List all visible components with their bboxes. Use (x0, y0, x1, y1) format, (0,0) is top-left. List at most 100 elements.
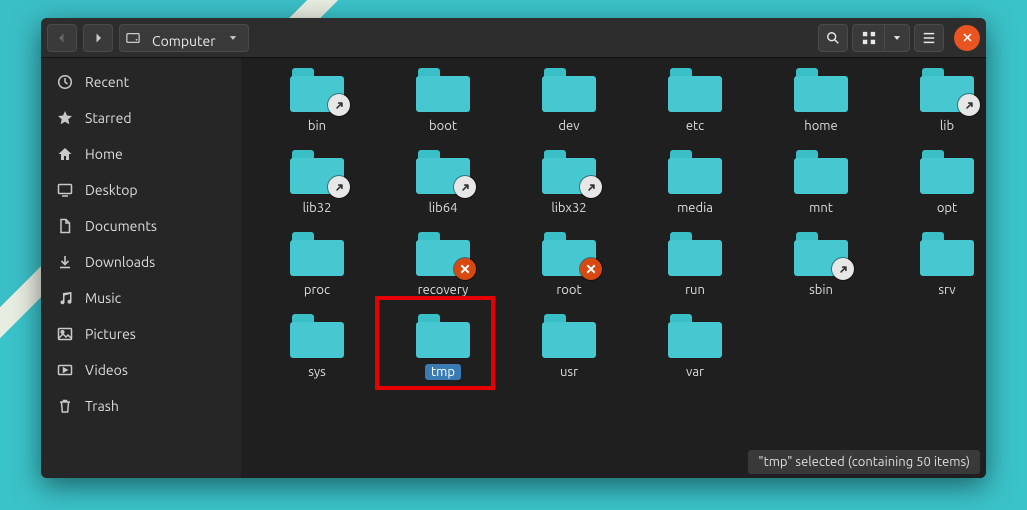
symlink-badge-icon (328, 176, 350, 198)
forward-button[interactable] (83, 24, 113, 52)
sidebar-item-label: Starred (85, 110, 132, 126)
window-close-button[interactable] (954, 25, 980, 51)
sidebar-item-label: Trash (85, 398, 119, 414)
folder-label: lib32 (297, 200, 338, 216)
sidebar-item-documents[interactable]: Documents (41, 208, 241, 244)
sidebar-item-recent[interactable]: Recent (41, 64, 241, 100)
folder-item[interactable]: bin (257, 68, 377, 134)
sidebar-item-desktop[interactable]: Desktop (41, 172, 241, 208)
symlink-badge-icon (832, 258, 854, 280)
hamburger-menu-button[interactable] (914, 24, 944, 52)
noaccess-badge-icon (580, 258, 602, 280)
folder-label: etc (680, 118, 710, 134)
folder-item[interactable]: run (635, 232, 755, 298)
folder-label: srv (932, 282, 961, 298)
folder-label: lib (934, 118, 960, 134)
folder-icon (668, 68, 722, 112)
folder-icon (290, 314, 344, 358)
folder-item[interactable]: boot (383, 68, 503, 134)
folder-label: home (798, 118, 843, 134)
view-icons-button[interactable] (852, 24, 884, 52)
folder-item[interactable]: media (635, 150, 755, 216)
folder-icon (920, 68, 974, 112)
view-switcher (852, 24, 910, 52)
downloads-icon (57, 254, 73, 270)
sidebar-item-label: Videos (85, 362, 128, 378)
back-button[interactable] (47, 24, 77, 52)
symlink-badge-icon (958, 94, 980, 116)
folder-icon (794, 68, 848, 112)
chevron-down-icon (228, 33, 238, 43)
folder-item[interactable]: srv (887, 232, 986, 298)
search-icon (826, 31, 840, 45)
grid-icon (862, 31, 876, 45)
folder-item[interactable]: home (761, 68, 881, 134)
folder-label: root (550, 282, 587, 298)
folder-label: sbin (803, 282, 839, 298)
folder-label: boot (423, 118, 463, 134)
folder-icon (290, 68, 344, 112)
folder-item[interactable]: var (635, 314, 755, 380)
folder-item[interactable]: usr (509, 314, 629, 380)
folder-item[interactable]: mnt (761, 150, 881, 216)
sidebar-item-trash[interactable]: Trash (41, 388, 241, 424)
folder-icon (416, 68, 470, 112)
sidebar-item-label: Pictures (85, 326, 136, 342)
sidebar-item-label: Home (85, 146, 123, 162)
star-icon (57, 110, 73, 126)
search-button[interactable] (818, 24, 848, 52)
folder-icon (794, 232, 848, 276)
sidebar-item-label: Music (85, 290, 121, 306)
folder-item[interactable]: proc (257, 232, 377, 298)
folder-icon (542, 150, 596, 194)
folder-item[interactable]: etc (635, 68, 755, 134)
folder-item[interactable]: sys (257, 314, 377, 380)
folder-label: libx32 (545, 200, 592, 216)
folder-label: opt (931, 200, 963, 216)
folder-item[interactable]: lib64 (383, 150, 503, 216)
desktop-icon (57, 182, 73, 198)
folder-label: bin (302, 118, 332, 134)
path-label: Computer (146, 32, 222, 50)
clock-icon (57, 74, 73, 90)
sidebar-item-starred[interactable]: Starred (41, 100, 241, 136)
sidebar-item-pictures[interactable]: Pictures (41, 316, 241, 352)
folder-icon (416, 232, 470, 276)
symlink-badge-icon (328, 94, 350, 116)
folder-icon (542, 232, 596, 276)
folder-item[interactable]: sbin (761, 232, 881, 298)
videos-icon (57, 362, 73, 378)
folder-icon (290, 232, 344, 276)
symlink-badge-icon (580, 176, 602, 198)
folder-label: lib64 (423, 200, 464, 216)
folder-icon (542, 68, 596, 112)
folder-item[interactable]: dev (509, 68, 629, 134)
sidebar-item-downloads[interactable]: Downloads (41, 244, 241, 280)
pathbar[interactable]: Computer (119, 24, 249, 52)
content-pane[interactable]: bin boot dev etc home lib lib32 lib64 libx32 medi… (241, 58, 986, 478)
sidebar-item-music[interactable]: Music (41, 280, 241, 316)
folder-item[interactable]: root (509, 232, 629, 298)
chevron-down-icon (892, 33, 902, 43)
noaccess-badge-icon (454, 258, 476, 280)
folder-item[interactable]: libx32 (509, 150, 629, 216)
sidebar-item-label: Documents (85, 218, 157, 234)
disk-icon (126, 31, 140, 45)
sidebar-item-videos[interactable]: Videos (41, 352, 241, 388)
sidebar-item-home[interactable]: Home (41, 136, 241, 172)
view-options-button[interactable] (884, 24, 910, 52)
status-text: "tmp" selected (containing 50 items) (758, 455, 970, 469)
folder-item[interactable]: opt (887, 150, 986, 216)
folder-item[interactable]: recovery (383, 232, 503, 298)
folder-item[interactable]: lib32 (257, 150, 377, 216)
body: Recent Starred Home Desktop Documents Do… (41, 58, 986, 478)
music-icon (57, 290, 73, 306)
folder-icon (668, 232, 722, 276)
sidebar-item-label: Recent (85, 74, 129, 90)
close-icon (962, 32, 973, 43)
folder-label: media (671, 200, 719, 216)
folder-label: run (679, 282, 711, 298)
folder-item[interactable]: tmp (383, 314, 503, 380)
folder-item[interactable]: lib (887, 68, 986, 134)
folder-icon (668, 314, 722, 358)
